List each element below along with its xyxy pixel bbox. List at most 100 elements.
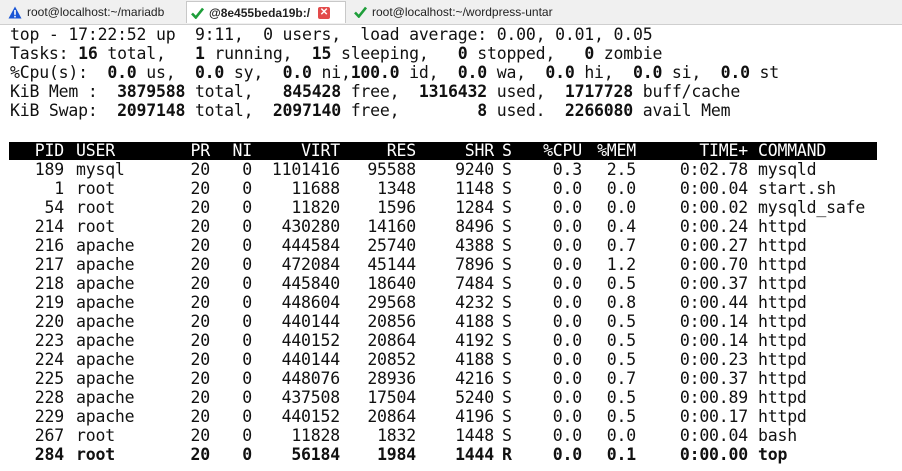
column-header-state: S [502, 141, 512, 160]
column-header-user: USER [76, 141, 115, 160]
process-res: 17504 [367, 388, 416, 407]
process-command: httpd [758, 293, 807, 312]
process-pr: 20 [190, 407, 211, 426]
process-command: httpd [758, 236, 807, 255]
process-ni: 0 [242, 160, 252, 179]
process-cpu: 0.0 [552, 217, 582, 236]
process-cpu: 0.0 [552, 198, 582, 217]
process-time: 0:00.00 [679, 445, 748, 464]
tab-mariadb[interactable]: root@localhost:~/mariadb [4, 1, 181, 23]
process-res: 20852 [367, 350, 416, 369]
tasks-line: Tasks: 16 total, 1 running, 15 sleeping,… [10, 44, 663, 63]
process-mem: 0.8 [606, 293, 636, 312]
process-res: 25740 [367, 236, 416, 255]
process-time: 0:00.14 [679, 331, 748, 350]
process-cpu: 0.0 [552, 426, 582, 445]
process-command: httpd [758, 388, 807, 407]
process-state: S [502, 407, 512, 426]
process-pr: 20 [190, 198, 211, 217]
process-virt: 56184 [291, 445, 340, 464]
process-pr: 20 [190, 445, 211, 464]
process-mem: 0.5 [606, 274, 636, 293]
process-state: S [502, 236, 512, 255]
process-virt: 11828 [291, 426, 340, 445]
process-mem: 0.5 [606, 312, 636, 331]
process-res: 18640 [367, 274, 416, 293]
process-pid: 217 [34, 255, 64, 274]
process-pid: 214 [34, 217, 64, 236]
process-ni: 0 [242, 274, 252, 293]
process-pid: 216 [34, 236, 64, 255]
process-state: S [502, 331, 512, 350]
process-pr: 20 [190, 426, 211, 445]
process-shr: 4188 [455, 350, 494, 369]
process-pid: 54 [44, 198, 65, 217]
process-shr: 1148 [455, 179, 494, 198]
process-user: root [76, 426, 115, 445]
process-virt: 440144 [281, 312, 341, 331]
process-mem: 0.4 [606, 217, 636, 236]
process-shr: 4388 [455, 236, 494, 255]
process-pid: 229 [34, 407, 64, 426]
process-user: root [76, 198, 115, 217]
process-command: mysqld [758, 160, 817, 179]
process-state: S [502, 255, 512, 274]
process-mem: 0.5 [606, 407, 636, 426]
process-pr: 20 [190, 255, 211, 274]
process-pid: 223 [34, 331, 64, 350]
process-res: 1348 [377, 179, 416, 198]
process-user: root [76, 445, 115, 464]
process-shr: 4232 [455, 293, 494, 312]
column-header-mem: %MEM [597, 141, 636, 160]
cursor [11, 455, 17, 456]
cpu-line: %Cpu(s): 0.0 us, 0.0 sy, 0.0 ni,100.0 id… [10, 63, 780, 82]
process-res: 45144 [367, 255, 416, 274]
process-pid: 224 [34, 350, 64, 369]
process-cpu: 0.0 [552, 369, 582, 388]
process-ni: 0 [242, 445, 252, 464]
process-user: root [76, 179, 115, 198]
tab-container[interactable]: @8e455beda19b:/ ✕ [186, 1, 346, 23]
process-command: httpd [758, 369, 807, 388]
process-pr: 20 [190, 274, 211, 293]
process-time: 0:00.17 [679, 407, 748, 426]
top-uptime-line: top - 17:22:52 up 9:11, 0 users, load av… [10, 25, 653, 44]
process-res: 1596 [377, 198, 416, 217]
process-time: 0:00.04 [679, 179, 748, 198]
process-res: 28936 [367, 369, 416, 388]
process-virt: 440144 [281, 350, 341, 369]
column-header-pid: PID [34, 141, 64, 160]
process-state: S [502, 350, 512, 369]
process-virt: 437508 [281, 388, 341, 407]
process-command: httpd [758, 331, 807, 350]
process-state: S [502, 274, 512, 293]
process-virt: 445840 [281, 274, 341, 293]
process-res: 20856 [367, 312, 416, 331]
process-user: root [76, 217, 115, 236]
process-pid: 228 [34, 388, 64, 407]
process-virt: 1101416 [271, 160, 340, 179]
process-ni: 0 [242, 407, 252, 426]
tab-title: root@localhost:~/wordpress-untar [372, 5, 553, 19]
process-cpu: 0.0 [552, 350, 582, 369]
process-time: 0:00.37 [679, 274, 748, 293]
tab-wordpress[interactable]: root@localhost:~/wordpress-untar [350, 1, 570, 23]
process-state: S [502, 160, 512, 179]
process-res: 1832 [377, 426, 416, 445]
process-res: 20864 [367, 331, 416, 350]
terminal-output[interactable]: top - 17:22:52 up 9:11, 0 users, load av… [0, 25, 902, 471]
process-command: httpd [758, 312, 807, 331]
process-ni: 0 [242, 388, 252, 407]
process-virt: 440152 [281, 331, 341, 350]
column-header-cpu: %CPU [543, 141, 582, 160]
process-cpu: 0.0 [552, 179, 582, 198]
close-tab-icon[interactable]: ✕ [318, 6, 331, 19]
process-time: 0:00.23 [679, 350, 748, 369]
column-header-virt: VIRT [301, 141, 340, 160]
process-command: start.sh [758, 179, 836, 198]
process-cpu: 0.0 [552, 312, 582, 331]
process-shr: 4196 [455, 407, 494, 426]
process-ni: 0 [242, 255, 252, 274]
process-virt: 11820 [291, 198, 340, 217]
process-shr: 4192 [455, 331, 494, 350]
